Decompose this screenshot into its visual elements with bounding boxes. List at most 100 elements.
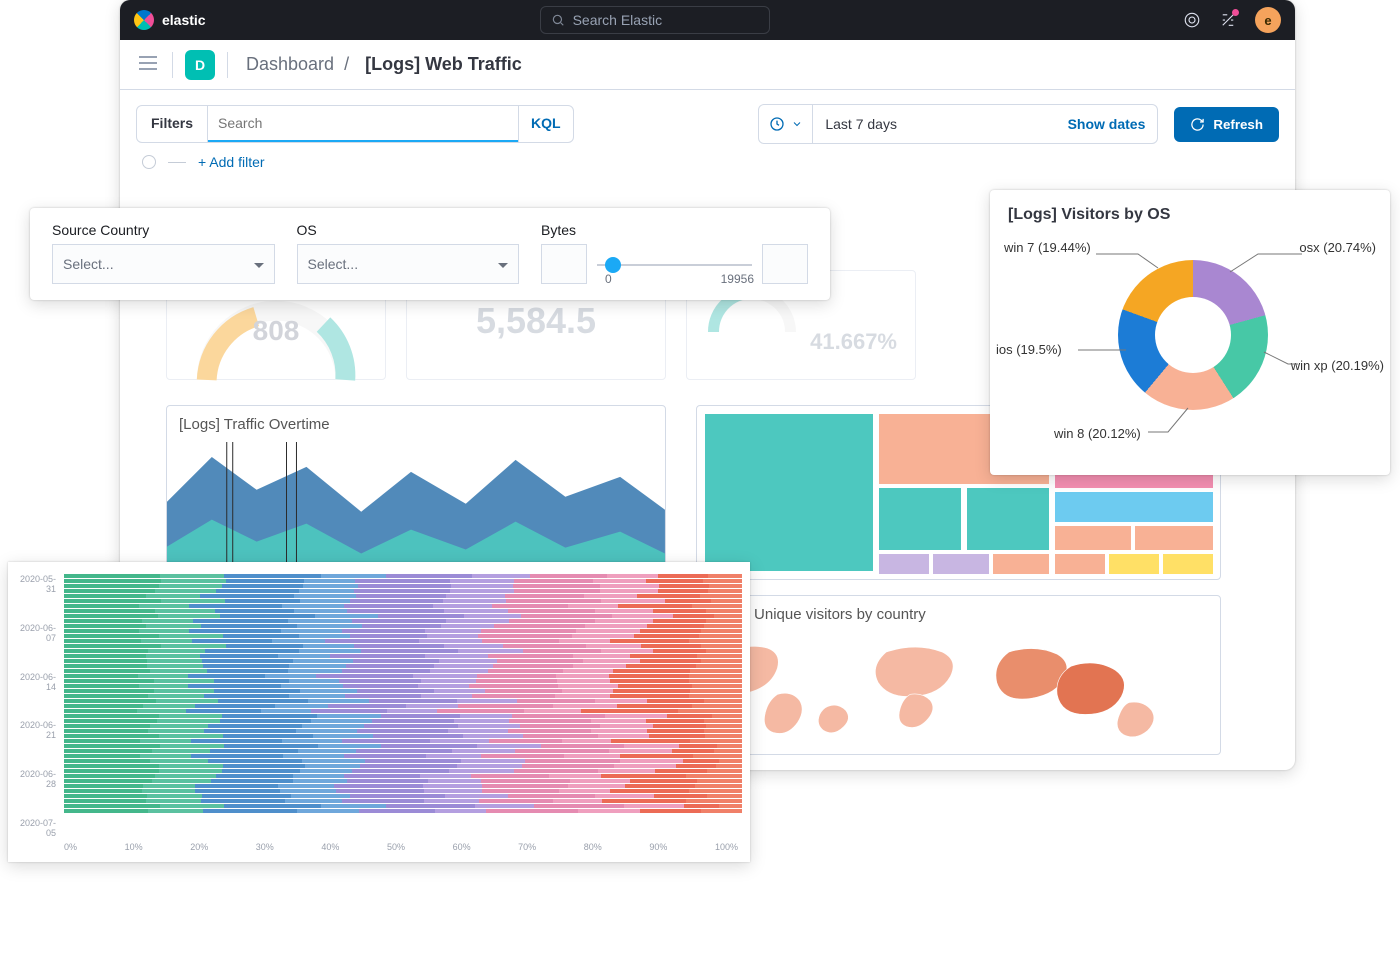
stack-row <box>64 744 742 748</box>
filter-handle-icon <box>142 155 156 169</box>
stack-row <box>64 654 742 658</box>
stack-row <box>64 779 742 783</box>
breadcrumb-bar: D Dashboard / [Logs] Web Traffic <box>120 40 1295 90</box>
y-tick: 2020-07-05 <box>16 818 56 838</box>
chevron-down-icon <box>791 118 803 130</box>
stack-row <box>64 734 742 738</box>
stack-row <box>64 754 742 758</box>
x-tick: 90% <box>649 842 667 856</box>
refresh-button[interactable]: Refresh <box>1174 107 1279 142</box>
search-icon <box>551 13 565 27</box>
kql-search-input[interactable] <box>208 106 518 142</box>
x-tick: 10% <box>125 842 143 856</box>
newsfeed-icon[interactable] <box>1219 11 1237 29</box>
bytes-max: 19956 <box>721 272 754 286</box>
stack-row <box>64 804 742 808</box>
avg-bytes-value: 5,584.5 <box>407 300 665 342</box>
help-icon[interactable] <box>1183 11 1201 29</box>
stack-row <box>64 724 742 728</box>
stack-row <box>64 709 742 713</box>
stack-row <box>64 729 742 733</box>
stack-row <box>64 634 742 638</box>
breadcrumb-current: [Logs] Web Traffic <box>365 54 522 74</box>
x-tick: 70% <box>518 842 536 856</box>
stack-row <box>64 719 742 723</box>
os-select[interactable]: Select... <box>297 244 520 284</box>
x-tick: 80% <box>584 842 602 856</box>
stack-row <box>64 809 742 813</box>
stack-row <box>64 764 742 768</box>
separator: / <box>339 54 359 74</box>
x-tick: 40% <box>321 842 339 856</box>
x-tick: 20% <box>190 842 208 856</box>
app-badge[interactable]: D <box>185 50 215 80</box>
stack-row <box>64 769 742 773</box>
query-language-switcher[interactable]: KQL <box>518 106 573 142</box>
stack-row <box>64 619 742 623</box>
goal-value: 41.667% <box>810 329 897 355</box>
notification-dot-icon <box>1232 9 1239 16</box>
y-tick: 2020-06-14 <box>16 672 56 692</box>
stack-row <box>64 699 742 703</box>
world-map-icon <box>707 636 1210 747</box>
stack-row <box>64 614 742 618</box>
stack-row <box>64 644 742 648</box>
clock-icon <box>769 116 785 132</box>
show-dates-link[interactable]: Show dates <box>1056 116 1158 132</box>
add-filter-link[interactable]: + Add filter <box>198 154 265 170</box>
refresh-icon <box>1190 117 1205 132</box>
visitors-by-os-panel: [Logs] Visitors by OS win 7 (19.44%) osx… <box>990 190 1390 475</box>
source-country-select[interactable]: Select... <box>52 244 275 284</box>
stack-row <box>64 664 742 668</box>
stack-row <box>64 579 742 583</box>
bytes-max-input[interactable] <box>762 244 808 284</box>
x-tick: 0% <box>64 842 77 856</box>
stack-row <box>64 799 742 803</box>
breadcrumb-root[interactable]: Dashboard <box>246 54 334 74</box>
x-tick: 100% <box>715 842 738 856</box>
bytes-min: 0 <box>605 272 612 286</box>
query-bar: Filters KQL Last 7 days Show dates Refre… <box>120 90 1295 144</box>
stack-row <box>64 689 742 693</box>
stack-row <box>64 594 742 598</box>
bytes-min-input[interactable] <box>541 244 587 284</box>
global-search-placeholder: Search Elastic <box>573 12 662 28</box>
stack-row <box>64 649 742 653</box>
bytes-slider[interactable]: 0 19956 <box>597 246 752 282</box>
x-tick: 60% <box>453 842 471 856</box>
stack-row <box>64 784 742 788</box>
filters-button[interactable]: Filters <box>137 106 208 142</box>
stack-row <box>64 679 742 683</box>
brand-logo[interactable]: elastic <box>134 10 206 30</box>
bytes-label: Bytes <box>541 222 808 238</box>
stack-row <box>64 694 742 698</box>
time-range-picker[interactable]: Last 7 days Show dates <box>758 104 1158 144</box>
x-tick: 30% <box>256 842 274 856</box>
source-country-label: Source Country <box>52 222 275 238</box>
stacked-bar-chart <box>64 574 742 822</box>
stack-row <box>64 669 742 673</box>
slider-thumb-icon[interactable] <box>605 257 621 273</box>
stack-row <box>64 639 742 643</box>
stack-row <box>64 789 742 793</box>
stack-row <box>64 574 742 578</box>
stack-row <box>64 624 742 628</box>
refresh-label: Refresh <box>1213 117 1263 132</box>
y-tick: 2020-06-21 <box>16 720 56 740</box>
stacked-bar-panel: 2020-05-312020-06-072020-06-142020-06-21… <box>8 562 750 862</box>
donut-title: [Logs] Visitors by OS <box>1008 206 1372 224</box>
menu-icon[interactable] <box>136 51 160 78</box>
unique-visitors-panel: [Logs] Unique visitors by country <box>696 595 1221 755</box>
stack-row <box>64 684 742 688</box>
source-country-placeholder: Select... <box>63 256 114 272</box>
stack-row <box>64 759 742 763</box>
time-range-text: Last 7 days <box>813 116 1055 132</box>
stack-row <box>64 674 742 678</box>
user-avatar[interactable]: e <box>1255 7 1281 33</box>
stack-row <box>64 609 742 613</box>
stack-row <box>64 599 742 603</box>
y-tick: 2020-06-28 <box>16 769 56 789</box>
global-search-input[interactable]: Search Elastic <box>540 6 770 34</box>
traffic-overtime-panel: [Logs] Traffic Overtime <box>166 405 666 580</box>
stack-row <box>64 714 742 718</box>
